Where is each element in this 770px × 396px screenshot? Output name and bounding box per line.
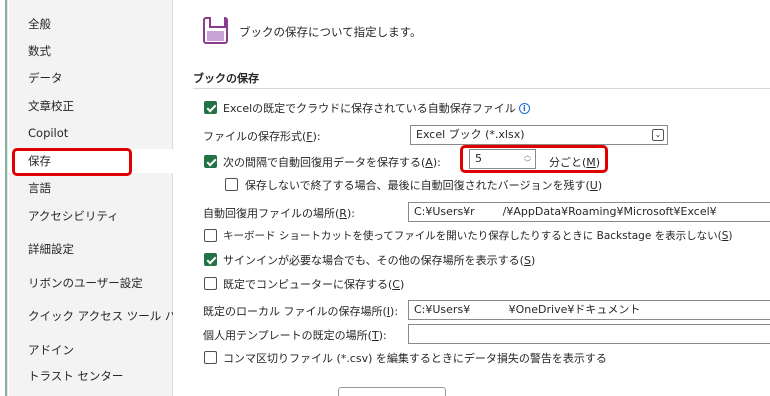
- show-more-locations-text: サインインが必要な場合でも、その他の保存場所を表示する(: [223, 254, 524, 267]
- csv-warning-checkbox[interactable]: [204, 351, 217, 364]
- sidebar-item-trust-center[interactable]: トラスト センター: [9, 364, 173, 388]
- template-location-label: 個人用テンプレートの既定の場所(T):: [203, 327, 387, 343]
- autorecover-accel: A: [425, 156, 433, 169]
- show-more-locations-label: サインインが必要な場合でも、その他の保存場所を表示する(S): [223, 252, 535, 268]
- sidebar-item-copilot[interactable]: Copilot: [9, 121, 173, 145]
- autosave-cloud-checkbox[interactable]: [204, 101, 217, 114]
- info-icon[interactable]: i: [518, 103, 530, 114]
- no-backstage-checkbox[interactable]: [204, 229, 217, 242]
- sidebar: 全般 数式 データ 文章校正 Copilot 保存 言語 アクセシビリティ 詳細…: [9, 0, 188, 396]
- show-more-locations-text-end: ): [530, 254, 536, 267]
- show-more-locations-checkbox[interactable]: [204, 253, 217, 266]
- section-divider: [193, 88, 770, 89]
- template-location-text-end: ):: [378, 329, 387, 342]
- options-panel: ブックの保存について指定します。 ブックの保存 Excelの既定でクラウドに保存…: [173, 0, 770, 396]
- file-format-text: ファイルの保存形式(: [203, 130, 307, 143]
- sidebar-item-customize-ribbon[interactable]: リボンのユーザー設定: [9, 271, 173, 295]
- csv-warning-label: コンマ区切りファイル (*.csv) を編集するときにデータ損失の警告を表示する: [223, 352, 607, 365]
- file-format-value: Excel ブック (*.xlsx): [416, 128, 525, 141]
- save-to-computer-text-end: ): [399, 278, 405, 291]
- chevron-down-icon[interactable]: ⌄: [652, 129, 664, 141]
- local-location-value: C:¥Users¥ ¥OneDrive¥ドキュメント: [414, 303, 641, 316]
- autorecover-location-accel: R: [339, 207, 347, 220]
- file-format-dropdown[interactable]: Excel ブック (*.xlsx) ⌄: [410, 125, 668, 145]
- no-backstage-text: キーボード ショートカットを使ってファイルを開いたり保存したりするときに Bac…: [223, 230, 722, 242]
- keep-last-version-text: 保存しないで終了する場合、最後に自動回復されたバージョンを残す(: [245, 179, 590, 192]
- show-more-locations-accel: S: [523, 254, 531, 267]
- partially-visible-button[interactable]: [338, 387, 446, 396]
- autorecover-location-value: C:¥Users¥r /¥AppData¥Roaming¥Microsoft¥E…: [414, 205, 717, 218]
- autosave-cloud-label: Excelの既定でクラウドに保存されている自動保存ファイル i: [223, 100, 530, 116]
- save-to-computer-text: 既定でコンピューターに保存する(: [223, 278, 393, 291]
- autorecover-location-label: 自動回復用ファイルの場所(R):: [203, 205, 355, 221]
- sidebar-item-addins[interactable]: アドイン: [9, 338, 173, 362]
- highlight-save-item: [12, 148, 132, 176]
- save-to-computer-accel: C: [392, 278, 400, 291]
- autorecover-text-end: ):: [432, 156, 441, 169]
- autorecover-location-text-end: ):: [346, 207, 355, 220]
- local-location-text: 既定のローカル ファイルの保存場所(: [203, 305, 387, 318]
- sidebar-item-formulas[interactable]: 数式: [9, 39, 173, 63]
- keep-last-version-accel: U: [589, 179, 598, 192]
- sidebar-item-language[interactable]: 言語: [9, 176, 173, 200]
- autorecover-location-input[interactable]: C:¥Users¥r /¥AppData¥Roaming¥Microsoft¥E…: [408, 202, 770, 222]
- autorecover-label: 次の間隔で自動回復用データを保存する(A):: [223, 154, 441, 170]
- autorecover-location-text: 自動回復用ファイルの場所(: [203, 207, 340, 220]
- sidebar-item-general[interactable]: 全般: [9, 12, 173, 36]
- sidebar-item-quick-access[interactable]: クイック アクセス ツール バー: [9, 304, 188, 328]
- no-backstage-label: キーボード ショートカットを使ってファイルを開いたり保存したりするときに Bac…: [223, 228, 733, 243]
- sidebar-item-proofing[interactable]: 文章校正: [9, 94, 173, 118]
- autorecover-checkbox[interactable]: [204, 155, 217, 168]
- autorecover-text: 次の間隔で自動回復用データを保存する(: [223, 156, 426, 169]
- template-location-text: 個人用テンプレートの既定の場所(: [203, 329, 372, 342]
- keep-last-version-checkbox[interactable]: [225, 178, 238, 191]
- local-location-text-end: ):: [390, 305, 399, 318]
- section-title: ブックの保存: [193, 72, 259, 85]
- page-description: ブックの保存について指定します。: [239, 25, 422, 39]
- save-to-computer-checkbox[interactable]: [204, 277, 217, 290]
- template-location-input[interactable]: [408, 324, 770, 344]
- save-to-computer-label: 既定でコンピューターに保存する(C): [223, 276, 404, 292]
- file-format-text-end: ):: [312, 130, 321, 143]
- template-location-accel: T: [371, 329, 379, 342]
- sidebar-item-data[interactable]: データ: [9, 66, 173, 90]
- file-format-label: ファイルの保存形式(F):: [203, 128, 321, 144]
- local-location-input[interactable]: C:¥Users¥ ¥OneDrive¥ドキュメント: [408, 300, 770, 320]
- window-edge: [0, 0, 8, 396]
- autosave-cloud-text: Excelの既定でクラウドに保存されている自動保存ファイル: [223, 102, 516, 115]
- sidebar-item-advanced[interactable]: 詳細設定: [9, 237, 173, 261]
- local-location-label: 既定のローカル ファイルの保存場所(I):: [203, 303, 398, 319]
- highlight-autorecover-interval: [460, 145, 608, 173]
- keep-last-version-text-end: ): [597, 179, 603, 192]
- keep-last-version-label: 保存しないで終了する場合、最後に自動回復されたバージョンを残す(U): [245, 177, 602, 193]
- save-icon: [203, 17, 228, 44]
- no-backstage-text-end: ): [728, 230, 733, 242]
- sidebar-item-accessibility[interactable]: アクセシビリティ: [9, 204, 173, 228]
